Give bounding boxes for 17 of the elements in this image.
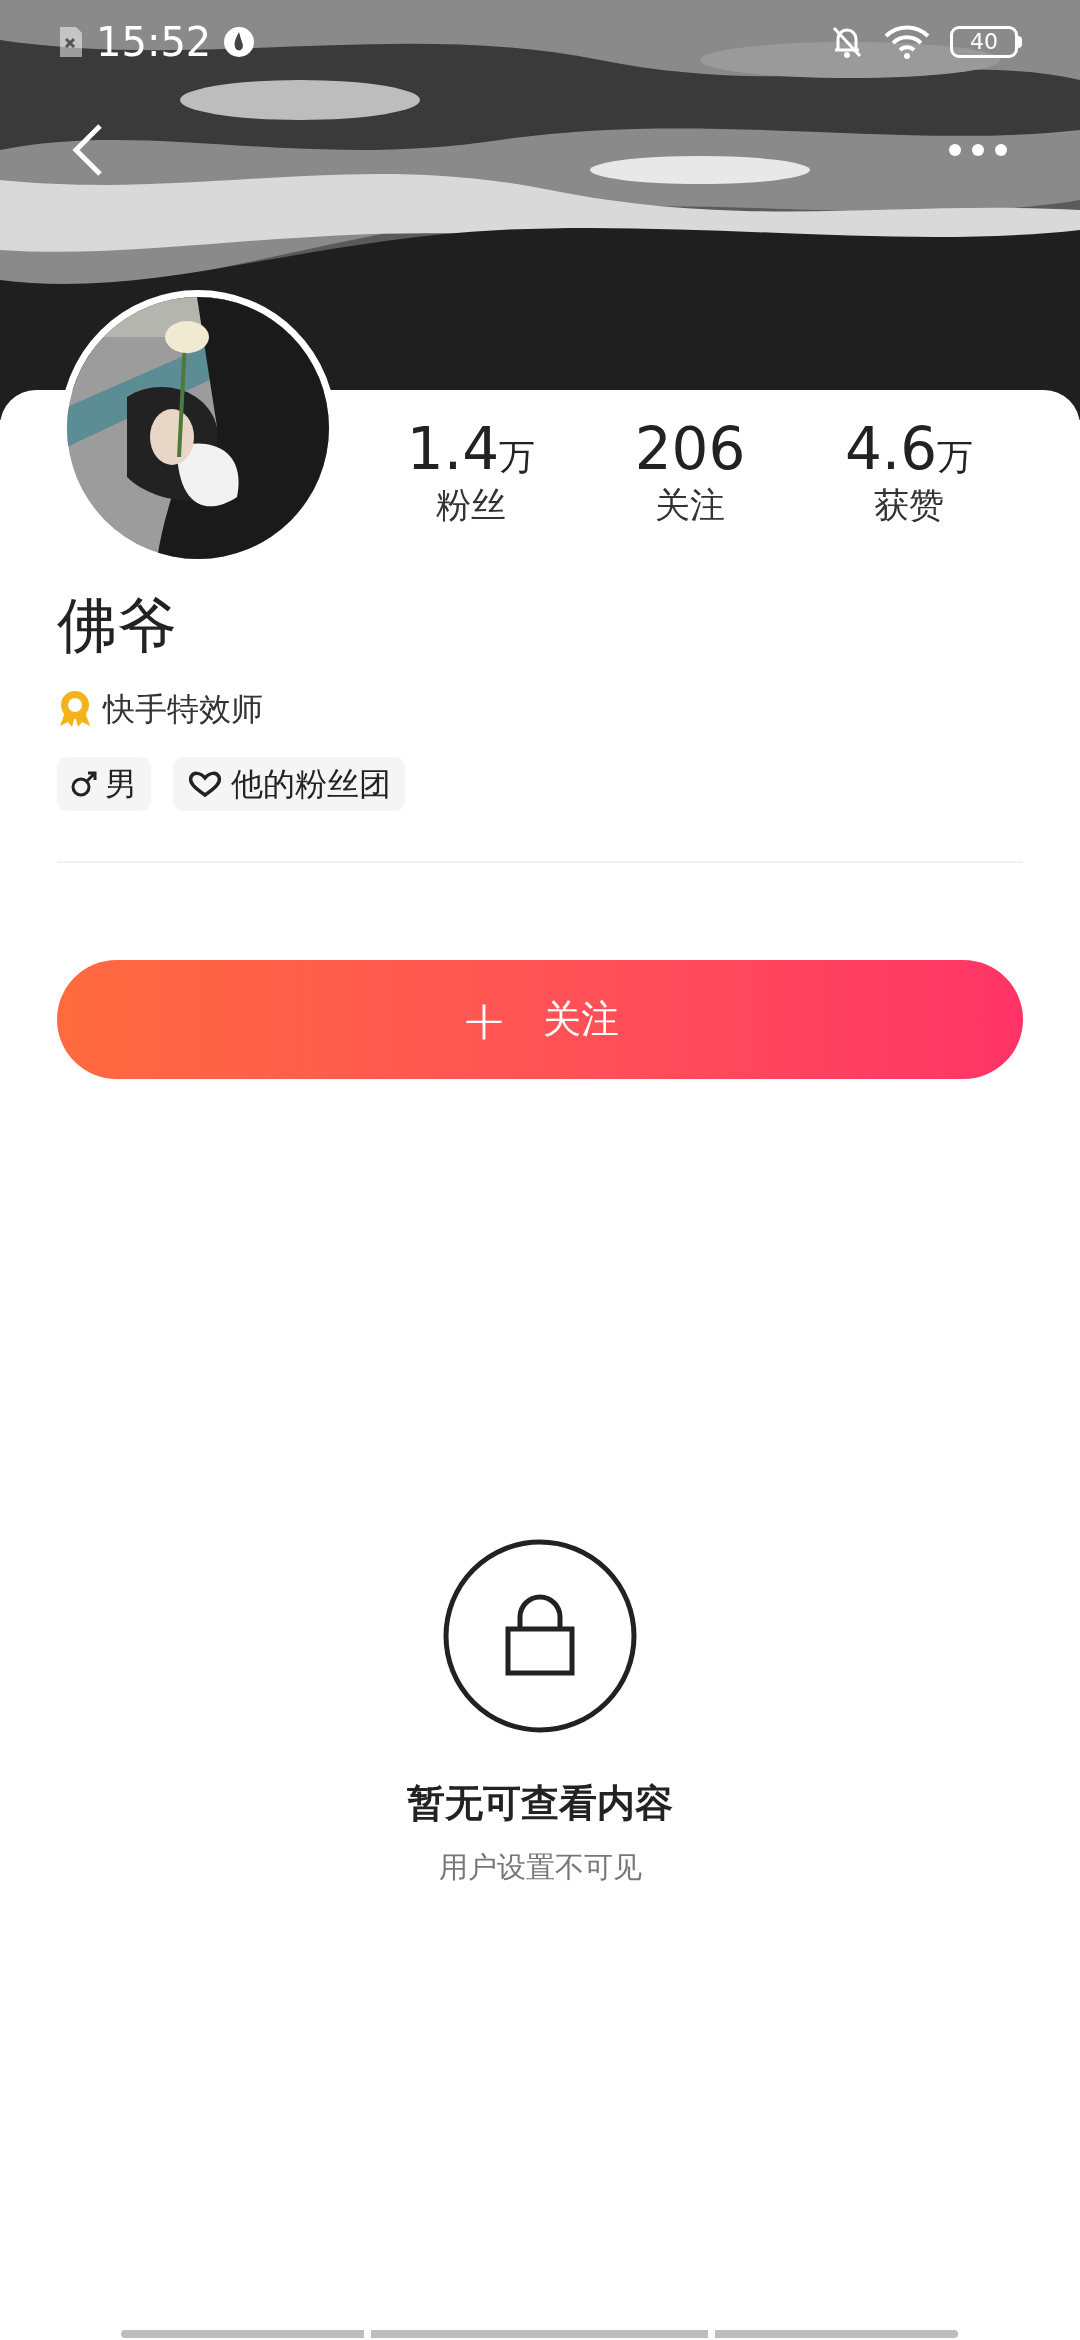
stat-label: 获赞: [874, 488, 945, 523]
user-title: 快手特效师: [103, 689, 263, 730]
heart-icon: [187, 770, 223, 798]
empty-state-title: 暂无可查看内容: [407, 1780, 673, 1827]
male-icon: [71, 771, 97, 797]
stat-value: 1.4万: [406, 420, 536, 478]
profile-tag[interactable]: 他的粉丝团: [173, 757, 405, 811]
stat-label: 粉丝: [435, 488, 506, 523]
lock-icon: [443, 1539, 637, 1733]
medal-icon: [57, 690, 93, 728]
tag-label: 他的粉丝团: [231, 764, 391, 805]
user-name: 佛爷: [57, 595, 178, 655]
empty-state-subtitle: 用户设置不可见: [438, 1849, 642, 1886]
stat-label: 关注: [655, 488, 725, 523]
tag-label: 男: [105, 764, 137, 805]
stat-value: 4.6万: [844, 420, 974, 478]
stat-value: 206: [634, 420, 746, 478]
